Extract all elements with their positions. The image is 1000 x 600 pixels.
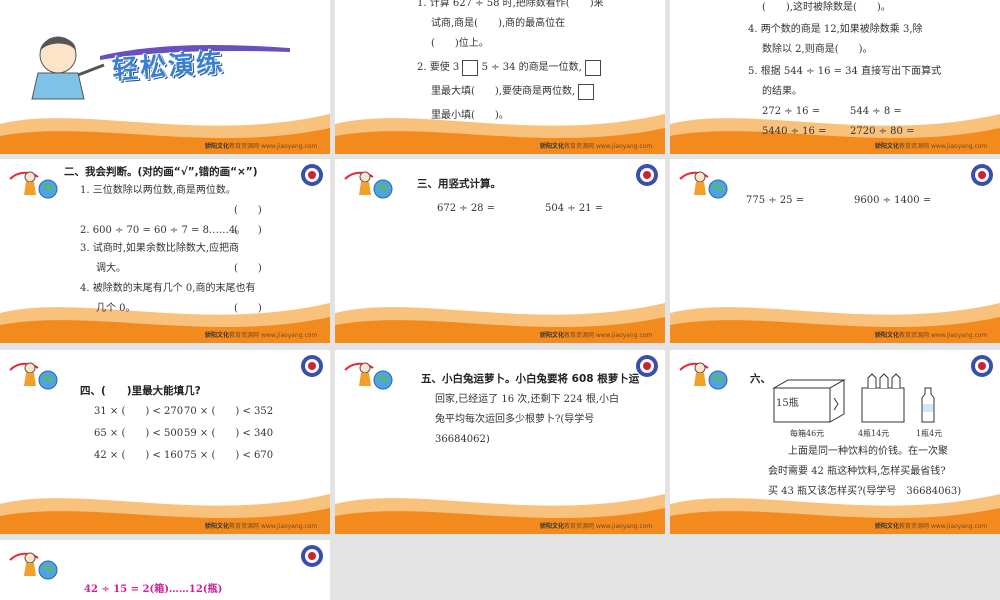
- boy-globe-icon: [9, 552, 58, 580]
- calc-item: 272 ÷ 16 =: [762, 106, 821, 117]
- footer: 骄阳文化教育资源网 www.jiaoyang.com: [875, 143, 988, 150]
- boy-globe-icon: [679, 362, 728, 390]
- footer: 骄阳文化教育资源网 www.jiaoyang.com: [205, 143, 318, 150]
- slide-4[interactable]: 二、我会判断。(对的画“√”,错的画“×”) 1. 三位数除以两位数,商是两位数…: [0, 159, 330, 343]
- footer: 骄阳文化教育资源网 www.jiaoyang.com: [875, 523, 988, 530]
- section-heading: 三、用竖式计算。: [417, 178, 501, 190]
- answer-paren[interactable]: ( ): [234, 221, 262, 240]
- section-heading: 六、: [750, 373, 771, 385]
- school-badge-icon: [971, 355, 993, 377]
- footer: 骄阳文化教育资源网 www.jiaoyang.com: [540, 332, 653, 339]
- judge-item-4-line-1: 4. 被除数的末尾有几个 0,商的末尾也有: [80, 283, 256, 294]
- calc-item: 9600 ÷ 1400 =: [854, 195, 932, 206]
- question-5-line-1: 5. 根据 544 ÷ 16 = 34 直接写出下面算式: [748, 66, 942, 77]
- digit-box[interactable]: [462, 59, 479, 76]
- judge-item-2: 2. 600 ÷ 70 = 60 ÷ 7 = 8……4。: [80, 225, 246, 236]
- slide-3[interactable]: ( ),这时被除数是( )。 4. 两个数的商是 12,如果被除数乘 3,除 数…: [670, 0, 1000, 154]
- slide-10[interactable]: 42 ÷ 15 = 2(箱)……12(瓶): [0, 540, 330, 600]
- answer-line: 42 ÷ 15 = 2(箱)……12(瓶): [84, 584, 223, 595]
- judge-item-4-line-2: 几个 0。: [96, 303, 136, 314]
- question-2-line-2: 里最大填( ),要使商是两位数,: [431, 82, 595, 101]
- boy-globe-icon: [679, 171, 728, 199]
- calc-item: 672 ÷ 28 =: [437, 203, 496, 214]
- four-bottles-icon: [861, 373, 905, 423]
- slide-2[interactable]: 1. 计算 627 ÷ 58 时,把除数看作( )来 试商,商是( ),商的最高…: [335, 0, 665, 154]
- slide-9[interactable]: 六、 15瓶 每箱46元 4瓶14元 1瓶4元 上面是同一种饮料的价钱。在一次聚…: [670, 350, 1000, 534]
- footer: 骄阳文化教育资源网 www.jiaoyang.com: [540, 523, 653, 530]
- word-problem-line-3: 兔平均每次运回多少根萝卜?(导学号: [435, 414, 595, 425]
- fill-item: 75 × ( ) < 670: [184, 450, 274, 461]
- school-badge-icon: [301, 355, 323, 377]
- slide-5[interactable]: 三、用竖式计算。 672 ÷ 28 = 504 ÷ 21 = 骄阳文化教育资源网…: [335, 159, 665, 343]
- problem-line-1: 上面是同一种饮料的价钱。在一次聚: [788, 446, 948, 457]
- boy-globe-icon: [9, 362, 58, 390]
- digit-box[interactable]: [585, 59, 602, 76]
- price-caption: 4瓶14元: [858, 429, 890, 438]
- section-heading: 二、我会判断。(对的画“√”,错的画“×”): [64, 166, 258, 178]
- word-problem-line-2: 回家,已经运了 16 次,还剩下 224 根,小白: [435, 394, 620, 405]
- judge-item-1: 1. 三位数除以两位数,商是两位数。: [80, 185, 236, 196]
- school-badge-icon: [301, 545, 323, 567]
- footer: 骄阳文化教育资源网 www.jiaoyang.com: [875, 332, 988, 339]
- footer: 骄阳文化教育资源网 www.jiaoyang.com: [540, 143, 653, 150]
- answer-paren[interactable]: ( ): [234, 201, 262, 220]
- calc-item: 775 ÷ 25 =: [746, 195, 805, 206]
- judge-item-3-line-2: 调大。: [96, 263, 126, 274]
- school-badge-icon: [301, 164, 323, 186]
- slide-title: 轻松演练: [111, 48, 226, 86]
- problem-line-3: 买 43 瓶又该怎样买?(导学号 36684063): [768, 486, 962, 497]
- girl-mascot-icon: [31, 36, 105, 100]
- question-1-line-1: 1. 计算 627 ÷ 58 时,把除数看作( )来: [417, 0, 604, 9]
- question-2-line-3: 里最小填( )。: [431, 110, 509, 121]
- question-1-line-3: ( )位上。: [431, 38, 489, 49]
- price-caption: 每箱46元: [790, 429, 825, 438]
- boy-globe-icon: [344, 171, 393, 199]
- question-1-line-2: 试商,商是( ),商的最高位在: [431, 18, 566, 29]
- fill-item: 65 × ( ) < 500: [94, 428, 184, 439]
- fill-item: 59 × ( ) < 340: [184, 428, 274, 439]
- judge-item-3-line-1: 3. 试商时,如果余数比除数大,应把商: [80, 243, 240, 254]
- calc-item: 2720 ÷ 80 =: [850, 126, 915, 137]
- answer-paren[interactable]: ( ): [234, 299, 262, 318]
- school-badge-icon: [971, 164, 993, 186]
- slide-1[interactable]: 轻松演练 骄阳文化教育资源网 www.jiaoyang.com: [0, 0, 330, 154]
- slide-6[interactable]: 775 ÷ 25 = 9600 ÷ 1400 = 骄阳文化教育资源网 www.j…: [670, 159, 1000, 343]
- calc-item: 544 ÷ 8 =: [850, 106, 902, 117]
- boy-globe-icon: [344, 362, 393, 390]
- slide-7[interactable]: 四、( )里最大能填几? 31 × ( ) < 270 70 × ( ) < 3…: [0, 350, 330, 534]
- footer: 骄阳文化教育资源网 www.jiaoyang.com: [205, 332, 318, 339]
- single-bottle-icon: [921, 387, 935, 423]
- question-3-line: ( ),这时被除数是( )。: [762, 2, 891, 13]
- answer-paren[interactable]: ( ): [234, 259, 262, 278]
- question-4-line-1: 4. 两个数的商是 12,如果被除数乘 3,除: [748, 24, 923, 35]
- word-problem-line-1: 五、小白兔运萝卜。小白兔要将 608 根萝卜运: [421, 373, 640, 385]
- case-label: 15瓶: [776, 398, 799, 409]
- boy-globe-icon: [9, 171, 58, 199]
- fill-item: 31 × ( ) < 270: [94, 406, 184, 417]
- footer: 骄阳文化教育资源网 www.jiaoyang.com: [205, 523, 318, 530]
- section-heading: 四、( )里最大能填几?: [80, 385, 201, 397]
- price-caption: 1瓶4元: [916, 429, 943, 438]
- problem-line-2: 会时需要 42 瓶这种饮料,怎样买最省钱?: [768, 466, 946, 477]
- question-5-line-2: 的结果。: [762, 86, 802, 97]
- fill-item: 70 × ( ) < 352: [184, 406, 274, 417]
- question-4-line-2: 数除以 2,则商是( )。: [762, 44, 873, 55]
- fill-item: 42 × ( ) < 160: [94, 450, 184, 461]
- slide-8[interactable]: 五、小白兔运萝卜。小白兔要将 608 根萝卜运 回家,已经运了 16 次,还剩下…: [335, 350, 665, 534]
- digit-box[interactable]: [578, 83, 595, 100]
- calc-item: 504 ÷ 21 =: [545, 203, 604, 214]
- word-problem-line-4: 36684062): [435, 434, 490, 445]
- school-badge-icon: [636, 164, 658, 186]
- question-2-line-1: 2. 要使 3 5 ÷ 34 的商是一位数,: [417, 58, 602, 77]
- calc-item: 5440 ÷ 16 =: [762, 126, 827, 137]
